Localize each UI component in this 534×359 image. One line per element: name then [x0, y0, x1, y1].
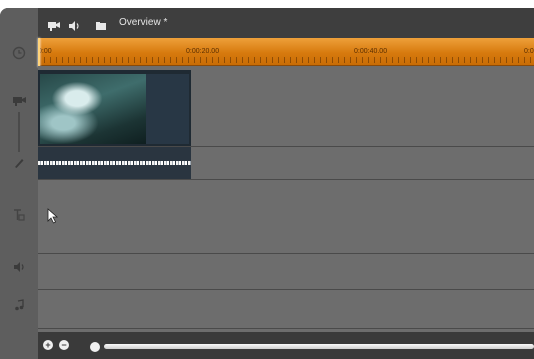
- audio-waveform: [38, 161, 191, 165]
- video-clip[interactable]: [38, 70, 191, 147]
- camera-icon[interactable]: [48, 18, 61, 31]
- zoom-out-label: −: [61, 340, 67, 350]
- timeline-ruler[interactable]: 0:00 0:00:20.00 0:00:40.00 0:0: [38, 38, 534, 66]
- track-header-strip: [0, 8, 38, 359]
- zoom-in-label: +: [45, 340, 51, 350]
- mouse-cursor-icon: [47, 208, 59, 224]
- track-divider: [38, 179, 534, 180]
- track-area[interactable]: [38, 66, 534, 332]
- speaker-icon[interactable]: [69, 18, 81, 31]
- track-divider: [38, 289, 534, 290]
- track-divider: [38, 328, 534, 329]
- music-note-icon[interactable]: [0, 298, 38, 317]
- title-icon[interactable]: [0, 208, 38, 227]
- ruler-tick-label: 0:00:20.00: [186, 48, 220, 55]
- timeline-titlebar: Overview *: [38, 8, 534, 38]
- window-title: Overview *: [119, 17, 168, 28]
- pen-icon[interactable]: [0, 156, 38, 175]
- audio-clip[interactable]: [38, 147, 191, 179]
- clip-thumbnail: [40, 74, 146, 144]
- audio-track-icon[interactable]: [0, 260, 38, 279]
- ruler-ticks: [38, 57, 534, 63]
- clip-thumbnail-filler: [146, 74, 189, 144]
- folder-icon[interactable]: [96, 18, 107, 30]
- timeline-bottombar: + −: [38, 332, 534, 359]
- clock-icon[interactable]: [0, 46, 38, 65]
- zoom-out-button[interactable]: −: [59, 340, 69, 350]
- zoom-in-button[interactable]: +: [43, 340, 53, 350]
- playhead[interactable]: [38, 38, 40, 67]
- camera-track-icon[interactable]: [0, 94, 38, 113]
- track-height-slider[interactable]: [0, 112, 38, 157]
- track-divider: [38, 253, 534, 254]
- ruler-tick-label: 0:0: [524, 48, 534, 55]
- ruler-tick-label: 0:00: [38, 48, 52, 55]
- timeline-scrollbar[interactable]: [104, 344, 534, 349]
- video-editor-timeline: Overview * 0:00 0:00:20.00 0:00:40.00 0:…: [0, 8, 534, 359]
- scroll-thumb[interactable]: [90, 342, 100, 352]
- ruler-tick-label: 0:00:40.00: [354, 48, 388, 55]
